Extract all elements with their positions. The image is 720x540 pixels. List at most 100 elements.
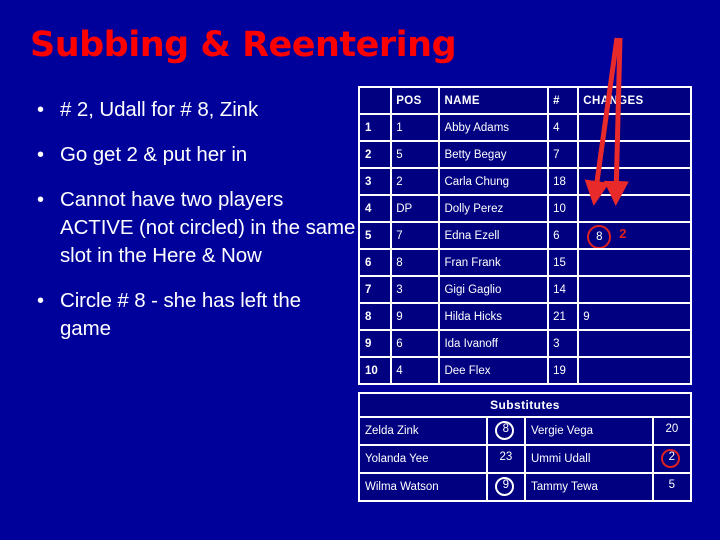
cell-sub-number: 5 xyxy=(653,474,690,500)
table-row: 6 8 Fran Frank 15 xyxy=(360,250,690,275)
cell-pos: 4 xyxy=(392,358,439,383)
cell-sub-name: Wilma Watson xyxy=(360,474,486,500)
cell-slot: 9 xyxy=(360,331,391,356)
cell-number: 18 xyxy=(549,169,578,194)
entering-number-annotation: 2 xyxy=(619,226,627,241)
cell-number: 10 xyxy=(549,196,578,221)
bullet-dot-icon: • xyxy=(37,99,44,121)
lineup-table: POS NAME # CHANGES 1 1 Abby Adams 4 2 5 … xyxy=(358,86,692,385)
table-row: 3 2 Carla Chung 18 xyxy=(360,169,690,194)
cell-name: Ida Ivanoff xyxy=(440,331,548,356)
cell-number: 3 xyxy=(549,331,578,356)
cell-number: 4 xyxy=(549,115,578,140)
cell-pos: 9 xyxy=(392,304,439,329)
table-header-row: POS NAME # CHANGES xyxy=(360,88,690,113)
sub-number-value: 5 xyxy=(668,479,676,491)
cell-sub-name: Ummi Udall xyxy=(525,446,652,472)
table-row: Wilma Watson 9 Tammy Tewa 5 xyxy=(360,474,690,500)
sub-number-value: 2 xyxy=(668,451,676,463)
list-item: • Circle # 8 - she has left the game xyxy=(26,287,356,343)
cell-sub-number-circled: 9 xyxy=(487,474,524,500)
cell-name: Betty Begay xyxy=(440,142,548,167)
cell-changes xyxy=(579,331,690,356)
cell-pos: 8 xyxy=(392,250,439,275)
cell-name: Abby Adams xyxy=(440,115,548,140)
cell-name: Dee Flex xyxy=(440,358,548,383)
table-row: 9 6 Ida Ivanoff 3 xyxy=(360,331,690,356)
cell-name: Edna Ezell xyxy=(440,223,548,248)
cell-name: Fran Frank xyxy=(440,250,548,275)
bullet-text: Cannot have two players ACTIVE (not circ… xyxy=(60,188,356,267)
cell-name: Hilda Hicks xyxy=(440,304,548,329)
cell-pos: 1 xyxy=(392,115,439,140)
bullet-text: # 2, Udall for # 8, Zink xyxy=(60,98,259,121)
table-row: 10 4 Dee Flex 19 xyxy=(360,358,690,383)
cell-changes xyxy=(579,196,690,221)
cell-sub-name: Tammy Tewa xyxy=(525,474,652,500)
cell-slot: 7 xyxy=(360,277,391,302)
cell-slot: 6 xyxy=(360,250,391,275)
cell-slot: 8 xyxy=(360,304,391,329)
sub-number-value: 20 xyxy=(665,423,679,435)
cell-pos: 2 xyxy=(392,169,439,194)
cell-slot: 10 xyxy=(360,358,391,383)
cell-slot: 3 xyxy=(360,169,391,194)
cell-name: Carla Chung xyxy=(440,169,548,194)
sub-number-value: 23 xyxy=(499,451,513,463)
bullet-text: Circle # 8 - she has left the game xyxy=(60,289,301,340)
cell-sub-name: Vergie Vega xyxy=(525,418,652,444)
column-header-name: NAME xyxy=(440,88,548,113)
sub-number-value: 8 xyxy=(502,423,510,435)
table-row: Zelda Zink 8 Vergie Vega 20 xyxy=(360,418,690,444)
cell-slot: 5 xyxy=(360,223,391,248)
cell-changes xyxy=(579,142,690,167)
substitutes-table: Substitutes Zelda Zink 8 Vergie Vega 20 xyxy=(358,392,692,502)
cell-changes: 9 xyxy=(579,304,690,329)
cell-number: 19 xyxy=(549,358,578,383)
cell-sub-name: Yolanda Yee xyxy=(360,446,486,472)
cell-name: Dolly Perez xyxy=(440,196,548,221)
cell-number: 21 xyxy=(549,304,578,329)
cell-sub-name: Zelda Zink xyxy=(360,418,486,444)
cell-sub-number: 20 xyxy=(653,418,690,444)
cell-sub-number-circled: 2 xyxy=(653,446,690,472)
cell-changes xyxy=(579,169,690,194)
cell-slot: 1 xyxy=(360,115,391,140)
cell-changes-annotated: 8 2 xyxy=(579,223,690,248)
slide-canvas: Subbing & Reentering • # 2, Udall for # … xyxy=(0,0,720,540)
bullet-dot-icon: • xyxy=(37,189,44,211)
cell-name: Gigi Gaglio xyxy=(440,277,548,302)
table-row: 5 7 Edna Ezell 6 8 2 xyxy=(360,223,690,248)
cell-changes xyxy=(579,250,690,275)
cell-number: 14 xyxy=(549,277,578,302)
cell-sub-number-circled: 8 xyxy=(487,418,524,444)
cell-changes xyxy=(579,277,690,302)
column-header-pos: POS xyxy=(392,88,439,113)
cell-number: 6 xyxy=(549,223,578,248)
cell-pos: 3 xyxy=(392,277,439,302)
column-header-slot xyxy=(360,88,391,113)
cell-pos: 5 xyxy=(392,142,439,167)
bullet-text: Go get 2 & put her in xyxy=(60,143,248,166)
list-item: • # 2, Udall for # 8, Zink xyxy=(26,96,356,124)
bullet-dot-icon: • xyxy=(37,290,44,312)
cell-pos: DP xyxy=(392,196,439,221)
table-row: 2 5 Betty Begay 7 xyxy=(360,142,690,167)
circled-number-annotation: 8 xyxy=(587,225,612,248)
list-item: • Go get 2 & put her in xyxy=(26,141,356,169)
column-header-changes: CHANGES xyxy=(579,88,690,113)
cell-changes xyxy=(579,358,690,383)
bullet-list: • # 2, Udall for # 8, Zink • Go get 2 & … xyxy=(26,96,356,360)
bullet-dot-icon: • xyxy=(37,144,44,166)
cell-number: 15 xyxy=(549,250,578,275)
substitutes-header-row: Substitutes xyxy=(360,394,690,416)
table-row: 8 9 Hilda Hicks 21 9 xyxy=(360,304,690,329)
list-item: • Cannot have two players ACTIVE (not ci… xyxy=(26,186,356,270)
cell-sub-number: 23 xyxy=(487,446,524,472)
table-row: 1 1 Abby Adams 4 xyxy=(360,115,690,140)
substitutes-header: Substitutes xyxy=(360,394,690,416)
table-row: 7 3 Gigi Gaglio 14 xyxy=(360,277,690,302)
table-row: 4 DP Dolly Perez 10 xyxy=(360,196,690,221)
cell-pos: 6 xyxy=(392,331,439,356)
sub-number-value: 9 xyxy=(502,479,510,491)
